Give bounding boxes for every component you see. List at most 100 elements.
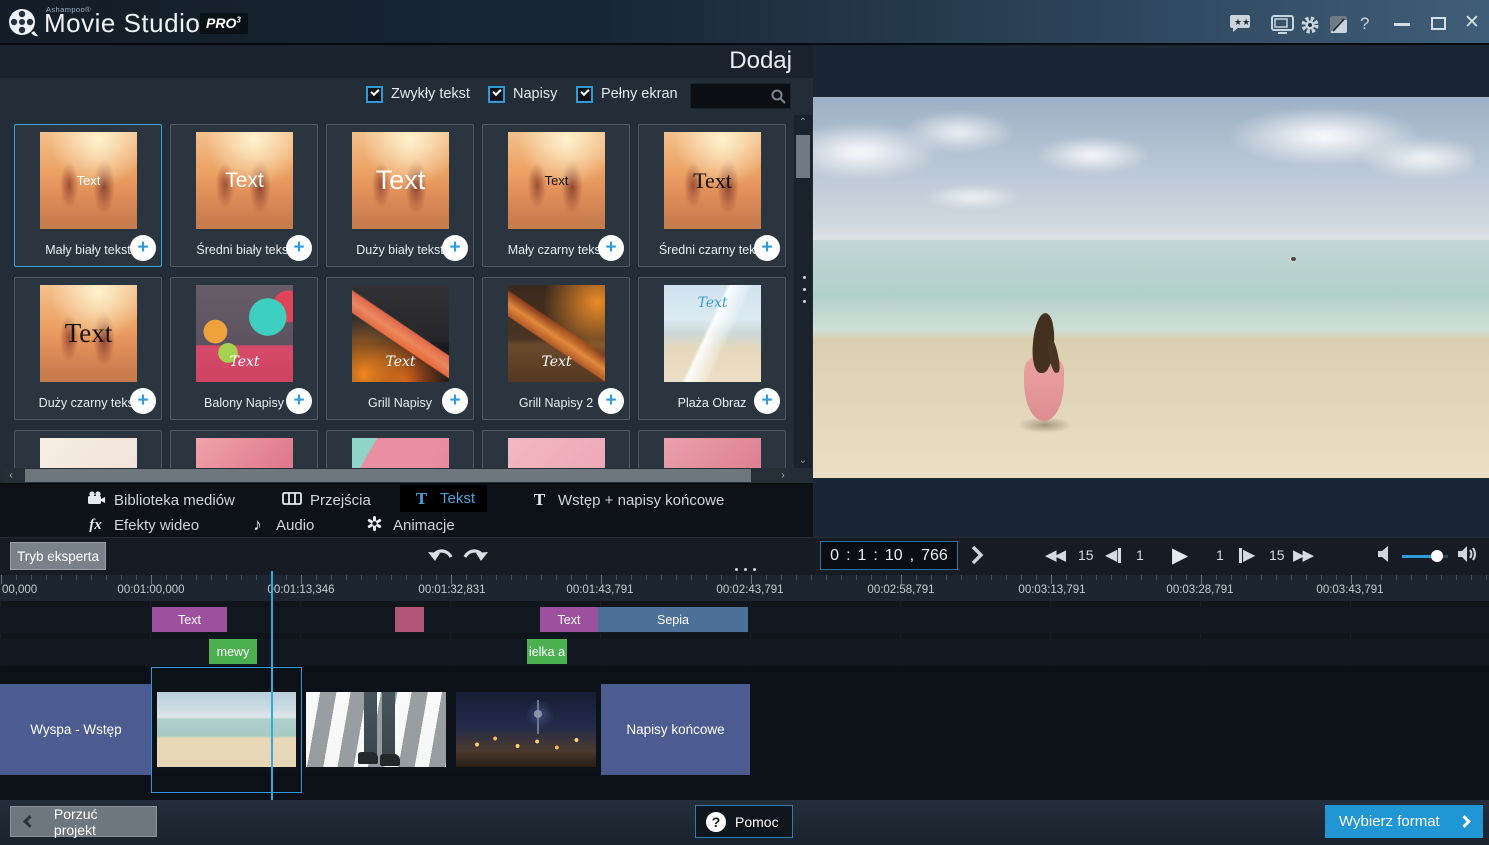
volume-mute-icon[interactable]	[1378, 546, 1392, 567]
woman-on-beach	[1017, 312, 1073, 435]
add-template-button[interactable]: +	[442, 388, 468, 414]
template-card-partial[interactable]	[170, 430, 318, 468]
tab-wstep-napisy-koncowe[interactable]: T Wstęp + napisy końcowe	[530, 487, 725, 513]
settings-gear-icon[interactable]	[1300, 15, 1322, 34]
ruler-label: 00:01:43,791	[566, 584, 634, 596]
go-to-time-icon[interactable]	[970, 545, 984, 570]
add-template-button[interactable]: +	[130, 235, 156, 261]
template-card-partial[interactable]	[638, 430, 786, 468]
city-thumbnail	[456, 692, 596, 767]
overlay-clip[interactable]	[395, 607, 424, 632]
template-card-grill-2[interactable]: Text Grill Napisy 2 +	[482, 277, 630, 420]
volume-slider-knob[interactable]	[1431, 550, 1443, 562]
template-thumbnail: Text	[352, 132, 449, 229]
checkbox-checked-icon	[576, 85, 593, 103]
template-thumbnail: Text	[352, 285, 449, 382]
search-box[interactable]	[690, 83, 791, 109]
add-template-button[interactable]: +	[130, 388, 156, 414]
template-grid: Text Mały biały tekst + Text Średni biał…	[0, 115, 792, 468]
template-card-duzy-czarny[interactable]: Text Duży czarny tekst +	[14, 277, 162, 420]
video-clip-city[interactable]	[451, 688, 601, 771]
template-card-maly-bialy[interactable]: Text Mały biały tekst +	[14, 124, 162, 267]
horizontal-scrollbar[interactable]: ‹ ›	[3, 468, 791, 483]
filter-pelny-ekran[interactable]: Pełny ekran	[576, 84, 678, 104]
text-overlay-clip[interactable]: Text	[152, 607, 227, 632]
redo-icon[interactable]	[461, 544, 489, 573]
ruler-label: 00:02:43,791	[716, 584, 784, 596]
scroll-left-icon[interactable]: ‹	[3, 468, 19, 483]
add-template-button[interactable]: +	[754, 235, 780, 261]
help-icon[interactable]: ?	[1360, 14, 1369, 34]
choose-format-button[interactable]: Wybierz format	[1325, 805, 1483, 838]
close-button[interactable]: ✕	[1464, 11, 1480, 34]
panel-splitter-handle-icon[interactable]	[803, 276, 806, 303]
tab-biblioteka-mediow[interactable]: Biblioteka mediów	[86, 487, 235, 513]
horizontal-scrollbar-thumb[interactable]	[25, 469, 751, 482]
tab-tekst[interactable]: T Tekst	[400, 485, 488, 512]
template-card-duzy-bialy[interactable]: Text Duży biały tekst +	[326, 124, 474, 267]
skip-fwd-15-button[interactable]: ▶▶	[1293, 542, 1314, 568]
cloud	[873, 167, 1073, 227]
vertical-scrollbar-thumb[interactable]	[796, 135, 810, 178]
add-template-button[interactable]: +	[754, 388, 780, 414]
video-clip-street[interactable]	[301, 688, 451, 771]
scroll-down-icon[interactable]: ⌄	[794, 453, 812, 468]
add-template-button[interactable]: +	[442, 235, 468, 261]
minimize-button[interactable]	[1394, 17, 1410, 26]
scroll-right-icon[interactable]: ›	[775, 468, 791, 483]
timeline-ruler[interactable]: 00,000 00:01:00,000 00:01:13,346 00:01:3…	[0, 568, 1489, 601]
template-card-sredni-bialy[interactable]: Text Średni biały tekst +	[170, 124, 318, 267]
sepia-effect-clip[interactable]: Sepia	[598, 607, 748, 632]
notes-icon[interactable]	[1329, 15, 1351, 33]
template-thumbnail	[40, 438, 137, 468]
app-title: Movie Studio	[44, 8, 201, 38]
ruler-label: 00:01:00,000	[117, 584, 185, 596]
preview-frame	[813, 97, 1489, 478]
add-template-button[interactable]: +	[598, 388, 624, 414]
add-template-button[interactable]: +	[286, 235, 312, 261]
expert-mode-button[interactable]: Tryb eksperta	[10, 542, 106, 570]
filter-zwykly-tekst[interactable]: Zwykły tekst	[366, 84, 470, 104]
add-template-button[interactable]: +	[598, 235, 624, 261]
scroll-up-icon[interactable]: ⌃	[794, 115, 812, 130]
maximize-button[interactable]	[1431, 17, 1446, 30]
search-input[interactable]	[691, 88, 771, 104]
timecode-display[interactable]: 0:1:10, 766	[820, 541, 958, 570]
caption-clip[interactable]: ielka a	[527, 639, 567, 664]
screen-settings-icon[interactable]	[1271, 15, 1294, 34]
template-thumbnail: Text	[196, 132, 293, 229]
video-clip-intro[interactable]: Wyspa - Wstęp	[0, 684, 152, 775]
step-back-1-button[interactable]: ◀	[1105, 542, 1122, 568]
skip-back-15-button[interactable]: ◀◀	[1045, 542, 1066, 568]
play-button[interactable]: ▶	[1172, 542, 1188, 568]
ruler-label: 00:01:32,831	[418, 584, 486, 596]
street-thumbnail	[306, 692, 446, 767]
discard-project-button[interactable]: Porzuć projekt	[10, 806, 157, 838]
filter-napisy[interactable]: Napisy	[488, 84, 557, 104]
template-card-grill[interactable]: Text Grill Napisy +	[326, 277, 474, 420]
tab-audio[interactable]: ♪ Audio	[248, 512, 314, 538]
template-card-partial[interactable]	[326, 430, 474, 468]
text-overlay-clip[interactable]: Text	[540, 607, 598, 632]
template-card-plaza[interactable]: Text Plaża Obraz +	[638, 277, 786, 420]
splitter-handle-icon[interactable]	[735, 568, 756, 571]
template-card-partial[interactable]	[482, 430, 630, 468]
template-card-sredni-czarny[interactable]: Text Średni czarny tekst +	[638, 124, 786, 267]
video-clip-outro[interactable]: Napisy końcowe	[601, 684, 750, 775]
tab-animacje[interactable]: Animacje	[365, 512, 455, 538]
playhead[interactable]	[271, 571, 273, 800]
step-fwd-1-button[interactable]: ▶	[1238, 542, 1255, 568]
template-card-maly-czarny[interactable]: Text Mały czarny tekst +	[482, 124, 630, 267]
caption-clip-mewy[interactable]: mewy	[209, 639, 257, 664]
ruler-label: 00,000	[2, 584, 38, 596]
template-card-partial[interactable]	[14, 430, 162, 468]
tab-przejscia[interactable]: Przejścia	[281, 487, 371, 513]
volume-max-icon[interactable]	[1458, 546, 1478, 567]
ruler-label: 00:02:58,791	[867, 584, 935, 596]
template-card-balony[interactable]: Text Balony Napisy +	[170, 277, 318, 420]
help-button[interactable]: ? Pomoc	[695, 805, 793, 838]
undo-icon[interactable]	[427, 544, 455, 573]
feedback-icon[interactable]: ★★	[1230, 15, 1252, 33]
tab-efekty-wideo[interactable]: fx Efekty wideo	[86, 512, 199, 538]
add-template-button[interactable]: +	[286, 388, 312, 414]
